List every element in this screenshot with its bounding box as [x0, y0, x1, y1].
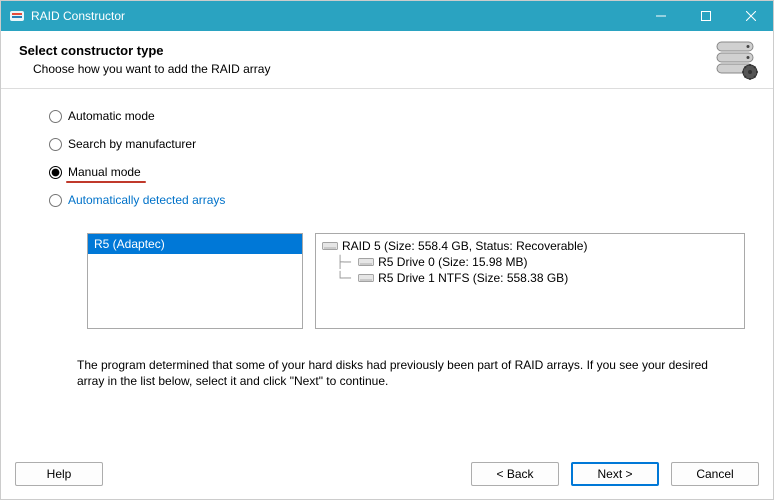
- radio-search-label: Search by manufacturer: [68, 137, 196, 151]
- footer: Help < Back Next > Cancel: [1, 449, 773, 499]
- radio-automatic-mode[interactable]: Automatic mode: [49, 109, 745, 123]
- radio-manual-label: Manual mode: [68, 165, 141, 179]
- app-icon: [9, 8, 25, 24]
- tree-child-0[interactable]: ├─ R5 Drive 0 (Size: 15.98 MB): [322, 254, 738, 270]
- panels: R5 (Adaptec) RAID 5 (Size: 558.4 GB, Sta…: [87, 233, 745, 329]
- constructor-type-group: Automatic mode Search by manufacturer Ma…: [49, 109, 745, 207]
- page-title: Select constructor type: [19, 43, 755, 58]
- window-title: RAID Constructor: [31, 9, 638, 23]
- tree-child-0-label: R5 Drive 0 (Size: 15.98 MB): [378, 255, 527, 269]
- radio-auto-detected[interactable]: Automatically detected arrays: [49, 193, 745, 207]
- cancel-button[interactable]: Cancel: [671, 462, 759, 486]
- radio-manual-input[interactable]: [49, 166, 62, 179]
- tree-connector-icon: ├─: [322, 255, 358, 269]
- next-button[interactable]: Next >: [571, 462, 659, 486]
- tree-connector-icon: └─: [322, 271, 358, 285]
- window-controls: [638, 1, 773, 31]
- disk-icon: [322, 240, 338, 252]
- help-button[interactable]: Help: [15, 462, 103, 486]
- tree-root-label: RAID 5 (Size: 558.4 GB, Status: Recovera…: [342, 239, 587, 253]
- array-tree-panel[interactable]: RAID 5 (Size: 558.4 GB, Status: Recovera…: [315, 233, 745, 329]
- disk-icon: [358, 256, 374, 268]
- radio-auto-detected-input[interactable]: [49, 194, 62, 207]
- array-list-panel[interactable]: R5 (Adaptec): [87, 233, 303, 329]
- radio-search-manufacturer[interactable]: Search by manufacturer: [49, 137, 745, 151]
- back-button[interactable]: < Back: [471, 462, 559, 486]
- raid-stack-icon: [715, 41, 759, 84]
- content: Automatic mode Search by manufacturer Ma…: [1, 89, 773, 389]
- titlebar: RAID Constructor: [1, 1, 773, 31]
- description-text: The program determined that some of your…: [77, 357, 717, 389]
- tree-child-1[interactable]: └─ R5 Drive 1 NTFS (Size: 558.38 GB): [322, 270, 738, 286]
- array-list-item[interactable]: R5 (Adaptec): [88, 234, 302, 254]
- header: Select constructor type Choose how you w…: [1, 31, 773, 89]
- radio-manual-mode[interactable]: Manual mode: [49, 165, 745, 179]
- radio-search-input[interactable]: [49, 138, 62, 151]
- tree-root[interactable]: RAID 5 (Size: 558.4 GB, Status: Recovera…: [322, 238, 738, 254]
- minimize-button[interactable]: [638, 1, 683, 31]
- disk-icon: [358, 272, 374, 284]
- maximize-button[interactable]: [683, 1, 728, 31]
- tree-child-1-label: R5 Drive 1 NTFS (Size: 558.38 GB): [378, 271, 568, 285]
- radio-automatic-input[interactable]: [49, 110, 62, 123]
- radio-auto-detected-label: Automatically detected arrays: [68, 193, 225, 207]
- radio-automatic-label: Automatic mode: [68, 109, 155, 123]
- close-button[interactable]: [728, 1, 773, 31]
- page-subtitle: Choose how you want to add the RAID arra…: [33, 62, 755, 76]
